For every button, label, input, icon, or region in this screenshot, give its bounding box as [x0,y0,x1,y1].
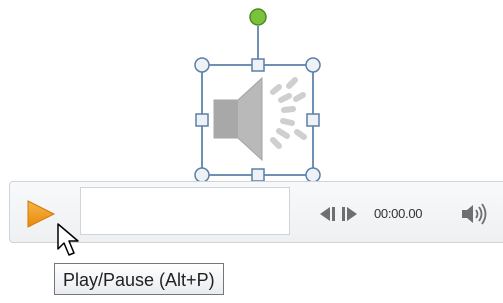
seek-forward-button[interactable] [339,206,359,222]
progress-bar[interactable] [80,187,290,235]
seek-forward-icon [342,207,357,221]
rotation-handle[interactable] [249,8,267,26]
seek-back-icon [320,207,335,221]
audio-object[interactable] [0,0,503,185]
resize-handle-left[interactable] [195,113,209,127]
slide-canvas: 00:00.00 Play/Pause (Alt+P) [0,0,503,303]
resize-handle-bottom[interactable] [251,168,265,182]
time-display: 00:00.00 [374,206,423,221]
mouse-pointer-icon [56,223,82,259]
speaker-icon [213,76,307,162]
play-pause-button[interactable] [25,199,57,229]
resize-handle-bottom-right[interactable] [305,167,321,183]
resize-handle-top[interactable] [251,58,265,72]
tooltip: Play/Pause (Alt+P) [54,263,224,295]
selection-frame [194,8,321,183]
resize-handle-right[interactable] [306,113,320,127]
seek-back-button[interactable] [318,206,338,222]
resize-handle-top-left[interactable] [194,57,210,73]
volume-button[interactable] [460,203,490,225]
resize-handle-bottom-left[interactable] [194,167,210,183]
resize-handle-top-right[interactable] [305,57,321,73]
volume-icon [462,203,487,225]
play-icon [27,200,56,228]
